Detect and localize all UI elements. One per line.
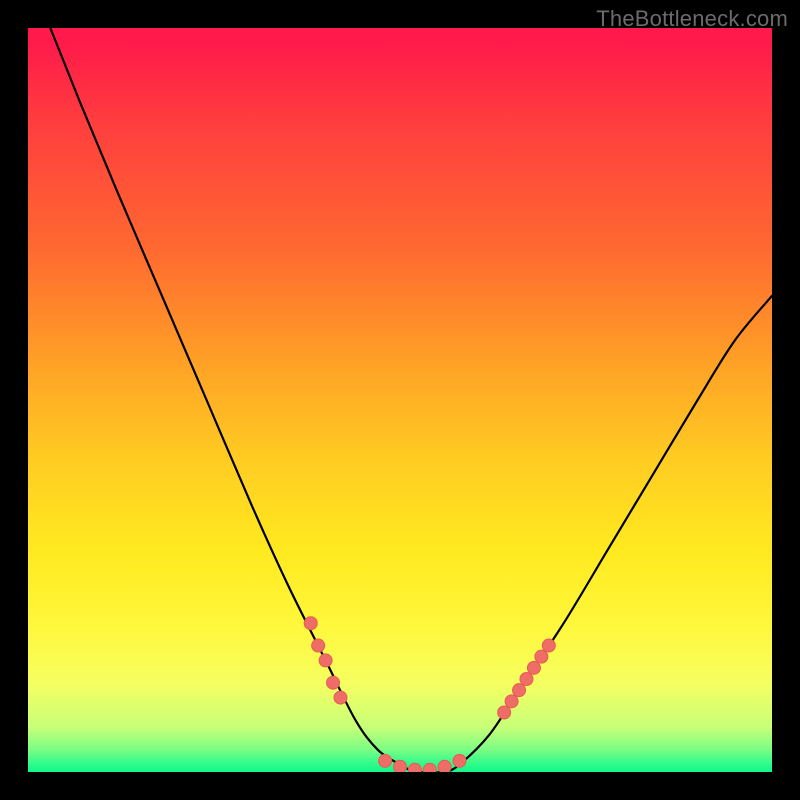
marker-dot [498, 706, 511, 719]
marker-dot [520, 673, 533, 686]
marker-dot [312, 639, 325, 652]
marker-dot [379, 754, 392, 767]
marker-dot [513, 684, 526, 697]
marker-dot [438, 760, 451, 772]
marker-dots-group [304, 617, 555, 772]
marker-dot [334, 691, 347, 704]
marker-dot [423, 763, 436, 772]
marker-dot [535, 650, 548, 663]
marker-dot [327, 676, 340, 689]
marker-dot [505, 695, 518, 708]
marker-dot [394, 760, 407, 772]
marker-dot [542, 639, 555, 652]
bottleneck-curve [28, 28, 772, 772]
marker-dot [304, 617, 317, 630]
watermark-text: TheBottleneck.com [596, 6, 788, 32]
marker-dot [453, 754, 466, 767]
marker-dot [408, 763, 421, 772]
chart-canvas [28, 28, 772, 772]
marker-dot [527, 661, 540, 674]
marker-dot [319, 654, 332, 667]
chart-frame [28, 28, 772, 772]
